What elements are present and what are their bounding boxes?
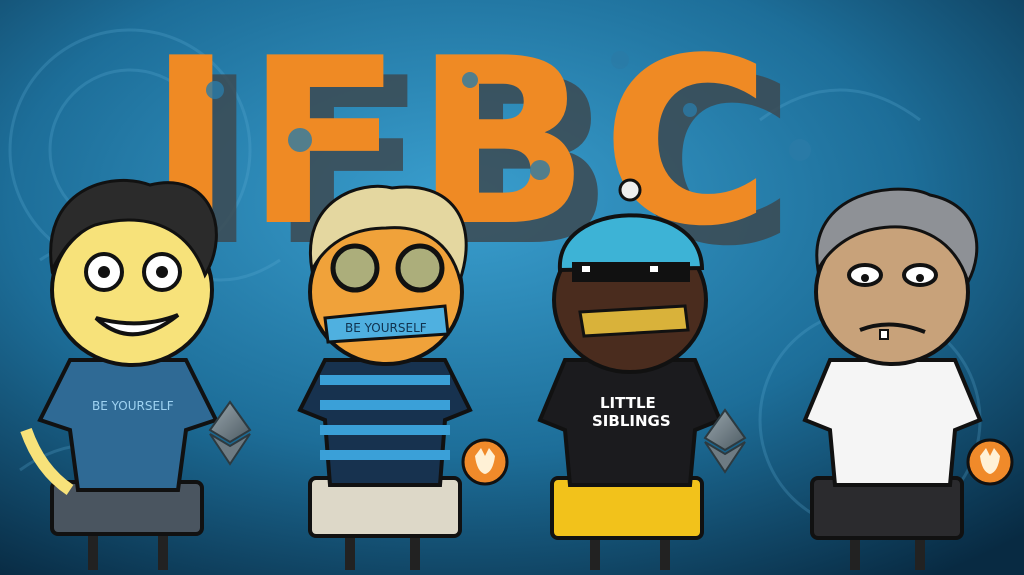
shirt-text-line2: SIBLINGS — [592, 412, 671, 430]
artwork: IFBC IFBC BE YOURSELF BE YOURSELF LITTLE… — [0, 0, 1024, 575]
tape-text: BE YOURSELF — [345, 321, 427, 335]
shiba-coin-icon — [461, 438, 509, 486]
shirt-text-line1: LITTLE — [600, 394, 656, 412]
scene: IFBC IFBC BE YOURSELF BE YOURSELF LITTLE… — [0, 0, 1024, 575]
ifbc-logo: IFBC IFBC — [148, 10, 811, 297]
shiba-coin-icon — [966, 438, 1014, 486]
shirt-text: BE YOURSELF — [92, 399, 174, 413]
gold-bar — [578, 304, 690, 338]
